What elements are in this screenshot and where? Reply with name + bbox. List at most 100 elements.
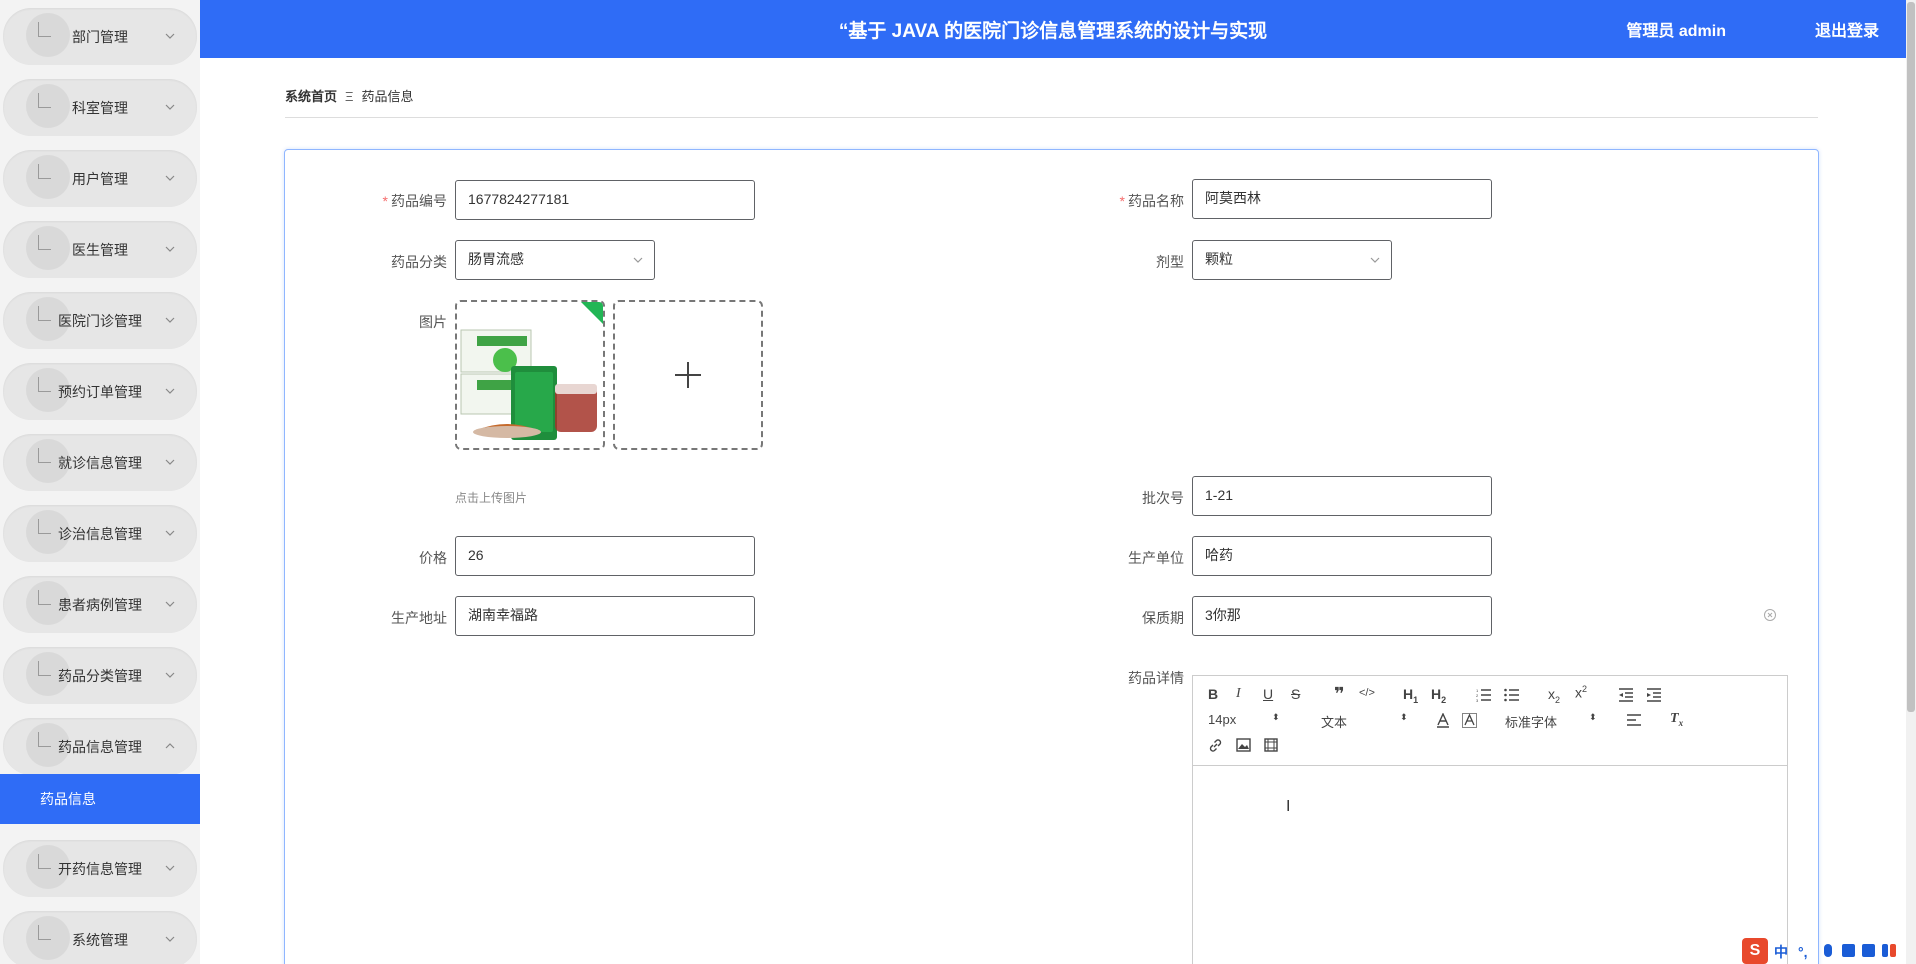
scrollbar[interactable] bbox=[1906, 0, 1916, 964]
upload-hint: 点击上传图片 bbox=[455, 491, 528, 505]
price-input[interactable]: 26 bbox=[455, 536, 755, 576]
drug-category-value: 肠胃流感 bbox=[468, 251, 524, 267]
paragraph-select[interactable]: 文本 ⬍ bbox=[1321, 712, 1411, 731]
chevron-up-icon bbox=[165, 743, 175, 749]
chevron-down-icon bbox=[165, 865, 175, 871]
clear-format-icon[interactable]: Tx bbox=[1670, 711, 1683, 728]
required-mark: * bbox=[1119, 193, 1125, 209]
medicine-photo bbox=[457, 302, 603, 448]
video-icon[interactable] bbox=[1264, 738, 1278, 752]
ime-language[interactable]: 中 bbox=[1774, 942, 1788, 962]
skin-icon[interactable] bbox=[1862, 944, 1875, 957]
clear-icon[interactable] bbox=[1763, 608, 1777, 622]
chevron-down-icon bbox=[1370, 257, 1380, 263]
align-icon[interactable] bbox=[1626, 714, 1642, 727]
chevron-down-icon bbox=[165, 601, 175, 607]
drug-name-label: * 药品名称 bbox=[1119, 193, 1184, 209]
sogou-logo-icon: S bbox=[1742, 938, 1768, 964]
italic-icon[interactable]: I bbox=[1236, 686, 1241, 702]
manufacturer-label: 生产单位 bbox=[1128, 550, 1184, 566]
punctuation-icon[interactable]: °, bbox=[1798, 944, 1811, 960]
sidebar-item-clinic[interactable]: 医院门诊管理 bbox=[3, 292, 197, 349]
top-header: “基于 JAVA 的医院门诊信息管理系统的设计与实现 管理员 admin 退出登… bbox=[200, 0, 1906, 58]
sidebar-item-doctors[interactable]: 医生管理 bbox=[3, 221, 197, 278]
font-size-select[interactable]: 14px ⬍ bbox=[1208, 712, 1283, 727]
sidebar-item-prescriptions[interactable]: 开药信息管理 bbox=[3, 840, 197, 897]
outdent-icon[interactable] bbox=[1618, 688, 1634, 702]
select-arrows-icon: ⬍ bbox=[1400, 712, 1408, 722]
sidebar-item-system[interactable]: 系统管理 bbox=[3, 911, 197, 964]
shelf-life-input[interactable]: 3你那 bbox=[1192, 596, 1492, 636]
text-cursor-icon: I bbox=[1286, 798, 1291, 815]
microphone-icon[interactable] bbox=[1824, 944, 1832, 957]
strikethrough-icon[interactable]: S bbox=[1291, 686, 1300, 702]
superscript-icon[interactable]: x2 bbox=[1575, 684, 1587, 701]
background-color-icon[interactable] bbox=[1462, 713, 1477, 728]
sidebar-item-drug-category[interactable]: 药品分类管理 bbox=[3, 647, 197, 704]
breadcrumb-current: 药品信息 bbox=[361, 89, 414, 104]
sidebar-item-appointments[interactable]: 预约订单管理 bbox=[3, 363, 197, 420]
dosage-form-label: 剂型 bbox=[1156, 254, 1184, 270]
sidebar-item-records[interactable]: 患者病例管理 bbox=[3, 576, 197, 633]
chevron-down-icon bbox=[165, 317, 175, 323]
batch-number-label: 批次号 bbox=[1142, 490, 1184, 506]
batch-number-input[interactable]: 1-21 bbox=[1192, 476, 1492, 516]
sidebar-item-visits[interactable]: 就诊信息管理 bbox=[3, 434, 197, 491]
sidebar-item-users[interactable]: 用户管理 bbox=[3, 150, 197, 207]
logout-link[interactable]: 退出登录 bbox=[1815, 17, 1879, 41]
font-color-icon[interactable] bbox=[1436, 713, 1450, 728]
chevron-down-icon bbox=[165, 388, 175, 394]
ordered-list-icon[interactable]: 123 bbox=[1476, 688, 1492, 702]
subscript-icon[interactable]: x2 bbox=[1548, 686, 1560, 705]
heading2-icon[interactable]: H2 bbox=[1431, 686, 1446, 705]
dosage-form-select[interactable]: 颗粒 bbox=[1192, 240, 1392, 280]
sidebar: 部门管理 科室管理 用户管理 医生管理 医院门诊管理 预约订单管理 就诊信息管理… bbox=[0, 0, 200, 964]
bold-icon[interactable]: B bbox=[1208, 686, 1218, 702]
sidebar-item-department[interactable]: 部门管理 bbox=[3, 8, 197, 65]
current-user: 管理员 admin bbox=[1626, 23, 1726, 40]
manufacturer-input[interactable]: 哈药 bbox=[1192, 536, 1492, 576]
drug-detail-label: 药品详情 bbox=[1128, 670, 1184, 686]
required-mark: * bbox=[382, 193, 388, 209]
ime-toolbar[interactable]: S 中 °, bbox=[1742, 938, 1916, 964]
chevron-down-icon bbox=[165, 672, 175, 678]
sidebar-item-diagnosis[interactable]: 诊治信息管理 bbox=[3, 505, 197, 562]
plus-icon bbox=[675, 362, 701, 388]
dosage-form-value: 颗粒 bbox=[1205, 251, 1233, 267]
address-input[interactable]: 湖南幸福路 bbox=[455, 596, 755, 636]
uploaded-image[interactable] bbox=[455, 300, 605, 450]
font-family-value: 标准字体 bbox=[1505, 715, 1558, 730]
font-family-select[interactable]: 标准字体 ⬍ bbox=[1505, 712, 1600, 731]
bullet-list-icon[interactable] bbox=[1504, 688, 1520, 702]
svg-text:3: 3 bbox=[1476, 698, 1479, 702]
chevron-down-icon bbox=[165, 33, 175, 39]
shelf-life-label: 保质期 bbox=[1142, 610, 1184, 626]
toolbox-icon[interactable] bbox=[1890, 944, 1896, 957]
drug-code-input[interactable]: 1677824277181 bbox=[455, 180, 755, 220]
chevron-down-icon bbox=[165, 246, 175, 252]
blockquote-icon[interactable]: ❞ bbox=[1334, 684, 1345, 705]
underline-icon[interactable]: U bbox=[1263, 686, 1273, 702]
breadcrumb-home[interactable]: 系统首页 bbox=[285, 89, 337, 104]
drug-name-input[interactable]: 阿莫西林 bbox=[1192, 179, 1492, 219]
upload-image-button[interactable] bbox=[613, 300, 763, 450]
address-label: 生产地址 bbox=[391, 610, 447, 626]
scrollbar-thumb[interactable] bbox=[1907, 2, 1915, 712]
indent-icon[interactable] bbox=[1646, 688, 1662, 702]
link-icon[interactable] bbox=[1208, 738, 1223, 753]
heading1-icon[interactable]: H1 bbox=[1403, 686, 1418, 705]
sidebar-item-office[interactable]: 科室管理 bbox=[3, 79, 197, 136]
image-icon[interactable] bbox=[1236, 738, 1251, 752]
chevron-down-icon bbox=[165, 175, 175, 181]
keyboard-icon[interactable] bbox=[1842, 944, 1855, 957]
select-arrows-icon: ⬍ bbox=[1589, 712, 1597, 722]
image-label: 图片 bbox=[419, 314, 447, 330]
sidebar-item-drug-info[interactable]: 药品信息管理 bbox=[3, 718, 197, 775]
sidebar-subitem-drug-info[interactable]: 药品信息 bbox=[0, 774, 200, 824]
toolbox-icon[interactable] bbox=[1882, 944, 1888, 957]
breadcrumb: 系统首页 Ξ 药品信息 bbox=[285, 86, 413, 105]
chevron-down-icon bbox=[633, 257, 643, 263]
drug-category-select[interactable]: 肠胃流感 bbox=[455, 240, 655, 280]
font-size-value: 14px bbox=[1208, 712, 1237, 727]
code-icon[interactable]: </> bbox=[1359, 687, 1375, 699]
